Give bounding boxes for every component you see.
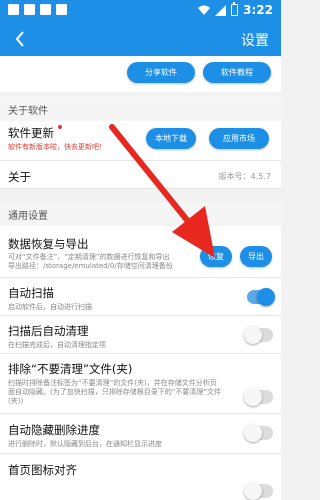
new-badge-dot bbox=[58, 125, 62, 129]
exclude-desc-3: (夹)) bbox=[8, 397, 24, 405]
toggle-knob bbox=[244, 482, 262, 500]
exclude-title: 排除“不要清理”文件(夹) bbox=[8, 362, 133, 376]
wifi-icon bbox=[198, 5, 211, 15]
notification-icon bbox=[40, 4, 51, 15]
toggle-knob bbox=[244, 424, 262, 442]
status-time: 3:22 bbox=[243, 3, 273, 17]
tutorial-button[interactable]: 软件教程 bbox=[203, 62, 271, 83]
version-text: 版本号：4.5.7 bbox=[218, 172, 271, 181]
home-icon-toggle[interactable] bbox=[244, 482, 273, 500]
notification-icon bbox=[56, 4, 67, 15]
notification-icons bbox=[8, 4, 67, 15]
auto-scan-row[interactable]: 自动扫描 启动软件后，自动进行扫描 bbox=[0, 278, 281, 316]
auto-clean-toggle[interactable] bbox=[244, 326, 273, 344]
home-icon-title: 首页图标对齐 bbox=[8, 463, 77, 477]
exclude-row[interactable]: 排除“不要清理”文件(夹) 扫描时排除备注标签为“不要清理”的文件(夹)，并在存… bbox=[0, 354, 281, 414]
exclude-toggle[interactable] bbox=[244, 388, 273, 406]
section-general-header: 通用设置 bbox=[0, 202, 281, 226]
software-update-row[interactable]: 软件更新 软件有新版本啦，快去更新吧！ 本地下载 应用市场 bbox=[0, 121, 281, 161]
auto-hide-desc: 进行删除时，默认隐藏到后台，在通知栏显示进度 bbox=[8, 440, 162, 448]
restore-export-row: 数据恢复与导出 可对“文件备注”、“定期清理”的数据进行恢复和导出 导出路径：/… bbox=[0, 226, 281, 278]
restore-button[interactable]: 恢复 bbox=[200, 246, 232, 267]
signal-icon bbox=[215, 4, 227, 16]
auto-clean-title: 扫描后自动清理 bbox=[8, 324, 89, 338]
notification-icon bbox=[8, 4, 19, 15]
restore-path: 导出路径：/storage/emulated/0/存储空间清理备份 bbox=[8, 262, 173, 270]
page-title: 设置 bbox=[241, 33, 269, 49]
battery-icon bbox=[231, 2, 239, 16]
app-bar: 设置 bbox=[0, 22, 281, 56]
auto-hide-toggle[interactable] bbox=[244, 424, 273, 442]
back-arrow-icon[interactable] bbox=[10, 28, 30, 50]
top-actions: 分享软件 软件教程 bbox=[0, 56, 281, 92]
section-about-header: 关于软件 bbox=[0, 97, 281, 121]
toggle-knob bbox=[244, 388, 262, 406]
auto-scan-toggle[interactable] bbox=[247, 288, 275, 306]
about-label: 关于 bbox=[8, 170, 31, 184]
update-title: 软件更新 bbox=[8, 126, 54, 140]
restore-title: 数据恢复与导出 bbox=[8, 237, 89, 251]
export-button[interactable]: 导出 bbox=[240, 246, 272, 267]
auto-hide-title: 自动隐藏删除进度 bbox=[8, 423, 100, 437]
app-market-button[interactable]: 应用市场 bbox=[209, 128, 269, 149]
local-download-button[interactable]: 本地下载 bbox=[146, 128, 196, 149]
auto-clean-desc: 在扫描完成后，自动清理指定项 bbox=[8, 341, 106, 349]
exclude-desc-2: 面自动隐藏。(为了加快扫描，只排除存储根目录下的“不要清理”文件 bbox=[8, 388, 221, 396]
home-icon-align-row[interactable]: 首页图标对齐 bbox=[0, 454, 281, 500]
notification-icon bbox=[24, 4, 35, 15]
status-bar: 3:22 bbox=[0, 0, 281, 22]
about-row[interactable]: 关于 版本号：4.5.7 bbox=[0, 161, 281, 189]
restore-desc: 可对“文件备注”、“定期清理”的数据进行恢复和导出 bbox=[8, 253, 170, 261]
exclude-desc-1: 扫描时排除备注标签为“不要清理”的文件(夹)，并在存储文件分析页 bbox=[8, 379, 217, 387]
toggle-knob bbox=[244, 326, 262, 344]
update-subtitle: 软件有新版本啦，快去更新吧！ bbox=[8, 143, 106, 151]
share-button[interactable]: 分享软件 bbox=[127, 62, 195, 83]
toggle-knob bbox=[257, 288, 275, 306]
auto-clean-row[interactable]: 扫描后自动清理 在扫描完成后，自动清理指定项 bbox=[0, 316, 281, 354]
auto-scan-desc: 启动软件后，自动进行扫描 bbox=[8, 303, 92, 311]
auto-hide-row[interactable]: 自动隐藏删除进度 进行删除时，默认隐藏到后台，在通知栏显示进度 bbox=[0, 414, 281, 454]
auto-scan-title: 自动扫描 bbox=[8, 286, 54, 300]
